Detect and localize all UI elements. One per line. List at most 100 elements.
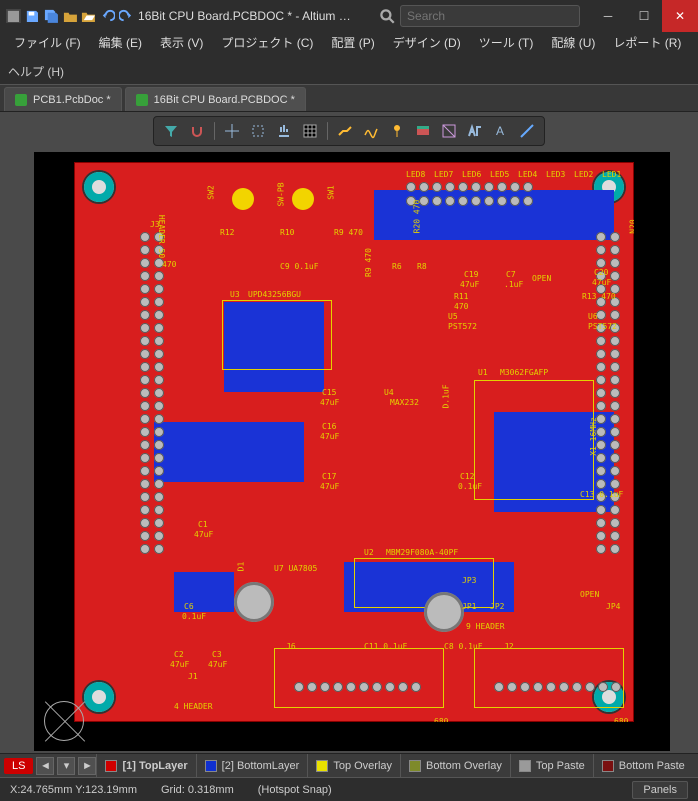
sw1-cap — [292, 188, 314, 210]
route-bottom — [174, 572, 234, 612]
silk-label: .1uF — [504, 280, 523, 289]
silk-label: U3 — [230, 290, 240, 299]
menu-place[interactable]: 配置 (P) — [325, 32, 380, 53]
layer-next[interactable]: ► — [78, 757, 96, 775]
pcb-board[interactable]: LED8LED7LED6LED5LED4LED3LED2LED1SW2SW1SW… — [74, 162, 634, 722]
silk-label: C8 0.1uF — [444, 642, 483, 651]
search-input[interactable] — [407, 9, 573, 23]
chip-u1 — [474, 380, 594, 500]
led-pads-row2 — [406, 196, 533, 206]
filter-icon[interactable] — [160, 120, 182, 142]
menu-help[interactable]: ヘルプ (H) — [8, 63, 64, 80]
plane-icon[interactable] — [412, 120, 434, 142]
silk-label: SW2 — [207, 185, 216, 199]
conn-j6 — [274, 648, 444, 708]
silk-label: PST572 — [588, 322, 617, 331]
snap-icon[interactable] — [186, 120, 208, 142]
titlebar: 16Bit CPU Board.PCBDOC * - Altium Desig…… — [0, 0, 698, 32]
silk-label: HEADER 50 — [157, 215, 166, 258]
silk-label: R13 470 — [582, 292, 616, 301]
swatch — [316, 760, 328, 772]
silk-label: OPEN — [532, 274, 551, 283]
minimize-button[interactable]: ─ — [590, 0, 626, 32]
mounting-hole — [84, 682, 114, 712]
silk-label: N20 — [629, 219, 634, 233]
menu-edit[interactable]: 編集 (E) — [93, 32, 148, 53]
menu-view[interactable]: 表示 (V) — [154, 32, 209, 53]
select-rect-icon[interactable] — [247, 120, 269, 142]
route-multi-icon[interactable] — [360, 120, 382, 142]
tab-label: 16Bit CPU Board.PCBDOC * — [154, 94, 295, 106]
layer-bottom[interactable]: [2] BottomLayer — [196, 754, 308, 777]
layer-label: Top Paste — [536, 760, 585, 772]
menubar: ファイル (F) 編集 (E) 表示 (V) プロジェクト (C) 配置 (P)… — [0, 32, 698, 58]
grid-icon[interactable] — [299, 120, 321, 142]
svg-text:A: A — [496, 124, 504, 138]
silk-label: 47uF — [320, 398, 339, 407]
layer-botpaste[interactable]: Bottom Paste — [593, 754, 693, 777]
silk-label: JP2 — [490, 602, 504, 611]
layer-menu[interactable]: ▾ — [57, 757, 75, 775]
align-icon[interactable] — [273, 120, 295, 142]
route-icon[interactable] — [334, 120, 356, 142]
measure-icon[interactable] — [438, 120, 460, 142]
tab-pcb1[interactable]: PCB1.PcbDoc * — [4, 87, 122, 111]
menu-file[interactable]: ファイル (F) — [8, 32, 87, 53]
silk-label: 47uF — [592, 278, 611, 287]
open-project-icon[interactable] — [81, 7, 96, 25]
pcb-canvas[interactable]: LED8LED7LED6LED5LED4LED3LED2LED1SW2SW1SW… — [34, 152, 670, 751]
layer-toppaste[interactable]: Top Paste — [510, 754, 593, 777]
silk-label: U6 — [588, 312, 598, 321]
menu-tools[interactable]: ツール (T) — [473, 32, 540, 53]
silk-label: 470 — [454, 302, 468, 311]
chip-u3 — [222, 300, 332, 370]
pad-round-large — [234, 582, 274, 622]
redo-icon[interactable] — [119, 7, 134, 25]
save-icon[interactable] — [25, 7, 40, 25]
silk-label: C1 — [198, 520, 208, 529]
layerset-button[interactable]: LS — [4, 758, 33, 774]
layer-label: [1] TopLayer — [122, 760, 187, 772]
silk-label: R12 — [220, 228, 234, 237]
menu-report[interactable]: レポート (R) — [607, 32, 687, 53]
text-icon[interactable]: A — [490, 120, 512, 142]
layer-topoverlay[interactable]: Top Overlay — [307, 754, 400, 777]
silk-label: JP4 — [606, 602, 620, 611]
silk-label: JP1 — [462, 602, 476, 611]
silk-label: R20 470 — [412, 200, 421, 234]
search-icon — [378, 7, 396, 25]
silk-label: D.1uF — [442, 384, 451, 408]
silk-label: LED3 — [546, 170, 565, 179]
header-j3-col1 — [140, 232, 150, 554]
silk-label: OPEN — [580, 590, 599, 599]
saveall-icon[interactable] — [44, 7, 59, 25]
open-icon[interactable] — [63, 7, 78, 25]
layer-top[interactable]: [1] TopLayer — [96, 754, 195, 777]
silk-label: C7 — [506, 270, 516, 279]
silk-label: R8 — [417, 262, 427, 271]
silk-label: U7 UA7805 — [274, 564, 317, 573]
statusbar: X:24.765mm Y:123.19mm Grid: 0.318mm (Hot… — [0, 777, 698, 801]
menu-project[interactable]: プロジェクト (C) — [215, 32, 319, 53]
drc-icon[interactable] — [464, 120, 486, 142]
silk-label: 0.1uF — [182, 612, 206, 621]
silk-label: SW-PB — [277, 182, 286, 206]
maximize-button[interactable]: ☐ — [626, 0, 662, 32]
tab-16bit-cpu[interactable]: 16Bit CPU Board.PCBDOC * — [125, 87, 306, 111]
menu-design[interactable]: デザイン (D) — [387, 32, 467, 53]
line-icon[interactable] — [516, 120, 538, 142]
crosshair-icon[interactable] — [221, 120, 243, 142]
search-box[interactable] — [400, 5, 580, 27]
close-button[interactable]: ✕ — [662, 0, 698, 32]
via-icon[interactable] — [386, 120, 408, 142]
origin-marker — [44, 701, 84, 741]
silk-label: C13 0.1uF — [580, 490, 623, 499]
layer-botoverlay[interactable]: Bottom Overlay — [400, 754, 510, 777]
silk-label: C19 — [464, 270, 478, 279]
swatch — [519, 760, 531, 772]
panels-button[interactable]: Panels — [632, 781, 688, 799]
menu-route[interactable]: 配線 (U) — [545, 32, 601, 53]
active-bar: A — [153, 116, 545, 146]
undo-icon[interactable] — [100, 7, 115, 25]
layer-prev[interactable]: ◄ — [36, 757, 54, 775]
